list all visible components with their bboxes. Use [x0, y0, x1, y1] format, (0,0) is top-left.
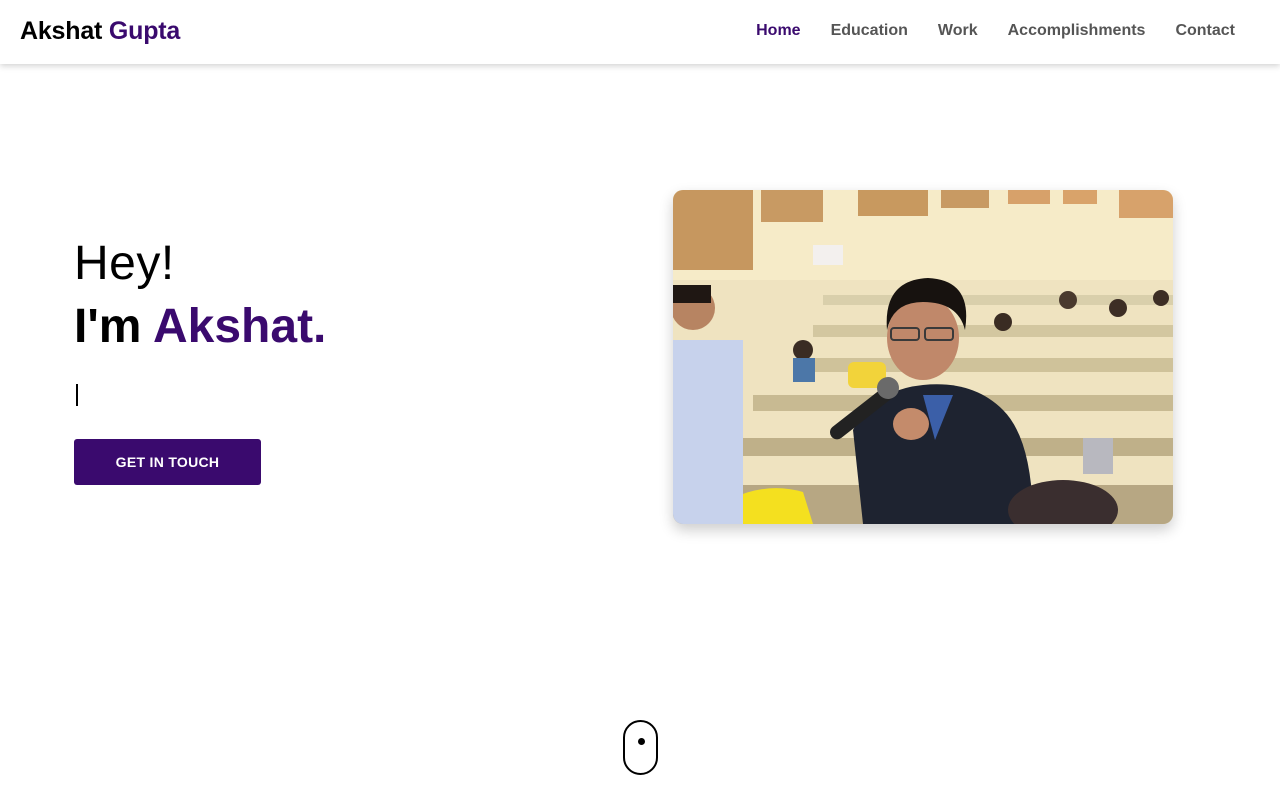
- hero-intro: I'm Akshat.: [74, 296, 594, 358]
- photo-sign: [813, 245, 843, 265]
- photo-background-person: [793, 358, 815, 382]
- photo-subject-hand: [893, 408, 929, 440]
- photo-wall-panel: [858, 190, 928, 216]
- portrait-photo-illustration: [673, 190, 1173, 524]
- photo-wall-panel: [1008, 190, 1050, 204]
- get-in-touch-button[interactable]: GET IN TOUCH: [74, 439, 261, 485]
- photo-wall-panel: [1119, 190, 1173, 218]
- photo-desk-row: [813, 325, 1173, 337]
- photo-background-person: [1059, 291, 1077, 309]
- photo-standing-person: [673, 285, 711, 303]
- photo-background-person: [1153, 290, 1169, 306]
- photo-wall-panel: [673, 190, 753, 270]
- brand-logo[interactable]: Akshat Gupta: [20, 16, 180, 46]
- portrait-photo: [673, 190, 1173, 524]
- photo-wall-panel: [761, 190, 823, 222]
- navbar: Akshat Gupta Home Education Work Accompl…: [0, 0, 1280, 64]
- photo-microphone-head: [877, 377, 899, 399]
- nav-item-home[interactable]: Home: [756, 20, 800, 42]
- hero-text: Hey! I'm Akshat.: [74, 234, 594, 406]
- nav-item-accomplishments[interactable]: Accomplishments: [1008, 20, 1146, 42]
- photo-wall-panel: [1063, 190, 1097, 204]
- photo-standing-person: [673, 340, 743, 524]
- nav-menu: Home Education Work Accomplishments Cont…: [756, 20, 1235, 42]
- brand-first-name: Akshat: [20, 17, 103, 45]
- hero-intro-prefix: I'm: [74, 300, 142, 353]
- mouse-scroll-wheel: [638, 738, 645, 745]
- hero-greeting: Hey!: [74, 237, 175, 290]
- brand-last-name: Gupta: [108, 17, 181, 45]
- mouse-scroll-icon[interactable]: [623, 720, 658, 775]
- nav-item-contact[interactable]: Contact: [1175, 20, 1235, 42]
- photo-wall-panel: [941, 190, 989, 208]
- typing-cursor: [76, 384, 78, 406]
- photo-chair: [733, 488, 813, 524]
- nav-item-work[interactable]: Work: [938, 20, 978, 42]
- nav-item-education[interactable]: Education: [831, 20, 908, 42]
- photo-background-person: [994, 313, 1012, 331]
- photo-background-person: [793, 340, 813, 360]
- photo-background-person: [1109, 299, 1127, 317]
- hero-intro-name: Akshat.: [153, 300, 327, 353]
- photo-laptop: [1083, 438, 1113, 474]
